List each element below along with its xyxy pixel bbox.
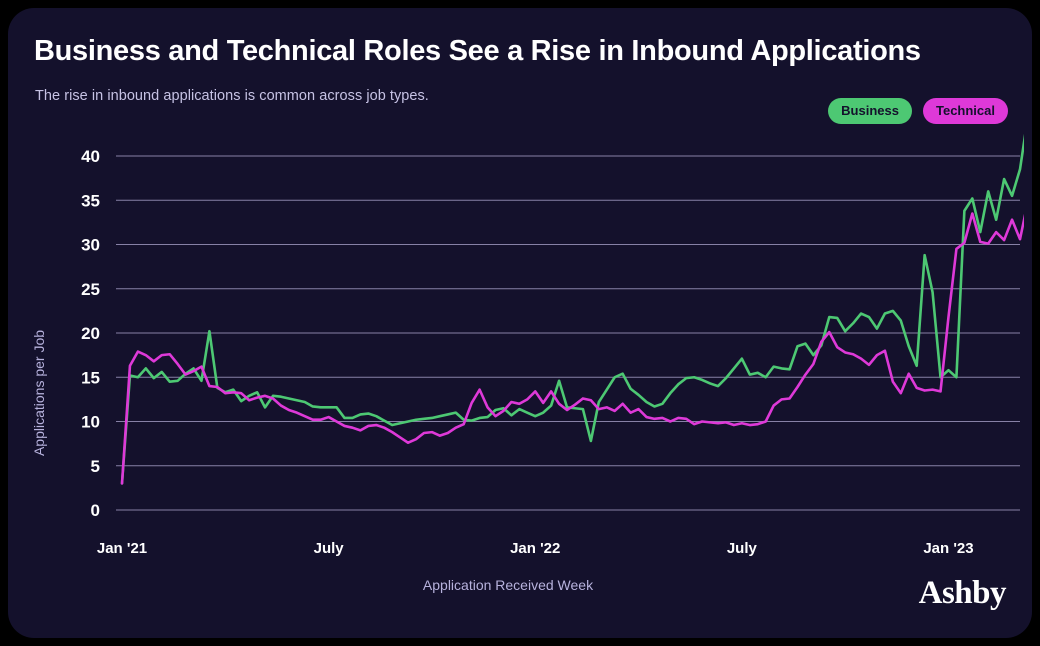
y-axis-tick-label: 10 <box>81 413 100 432</box>
x-axis-tick-label: Jan '23 <box>923 540 973 557</box>
series-line-technical <box>122 201 1032 483</box>
x-axis-tick-labels: Jan '21 July Jan '22 July Jan '23 <box>97 540 974 557</box>
x-axis-title: Application Received Week <box>423 577 594 593</box>
y-axis-tick-label: 0 <box>91 501 100 520</box>
series-lines <box>122 116 1032 483</box>
gridlines <box>116 156 1020 510</box>
x-axis-tick-label: Jan '22 <box>510 540 560 557</box>
y-axis-tick-label: 30 <box>81 236 100 255</box>
y-axis-tick-label: 40 <box>81 147 100 166</box>
x-axis-tick-label: July <box>727 540 758 557</box>
y-axis-title: Applications per Job <box>31 330 47 456</box>
y-axis-tick-label: 25 <box>81 280 100 299</box>
y-axis-tick-label: 15 <box>81 368 100 387</box>
y-axis-tick-labels: 0 5 10 15 20 25 30 35 40 <box>81 147 100 520</box>
x-axis-tick-label: Jan '21 <box>97 540 147 557</box>
y-axis-tick-label: 5 <box>91 457 100 476</box>
plot-area: 0510152025303540 Jan '21JulyJan '22JulyJ… <box>8 8 1032 638</box>
y-axis-tick-label: 35 <box>81 191 100 210</box>
x-axis-tick-label: July <box>314 540 345 557</box>
series-line-business <box>122 116 1032 483</box>
chart-card: Business and Technical Roles See a Rise … <box>8 8 1032 638</box>
line-chart-svg: 0510152025303540 Jan '21JulyJan '22JulyJ… <box>8 8 1032 638</box>
y-axis-tick-label: 20 <box>81 324 100 343</box>
ashby-logo: Ashby <box>919 576 1006 610</box>
